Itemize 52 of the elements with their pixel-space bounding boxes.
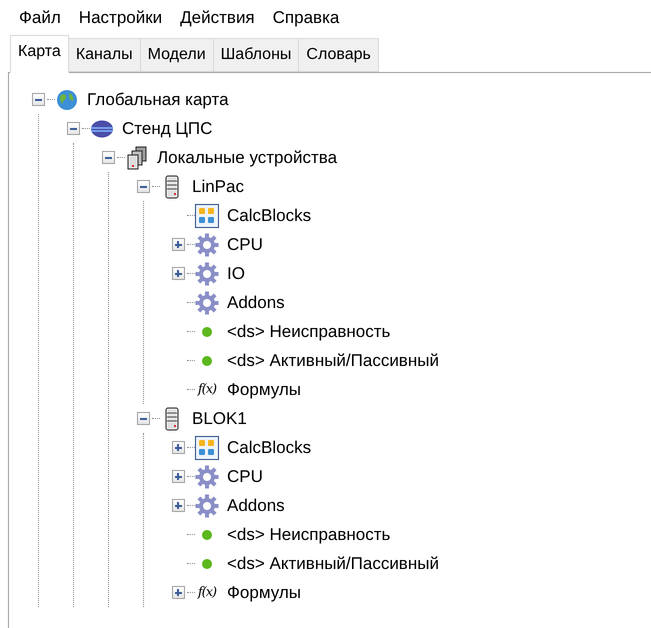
- tree-item[interactable]: Формулы: [227, 380, 301, 400]
- menu-item[interactable]: Справка: [264, 8, 348, 33]
- tree-item[interactable]: CPU: [227, 466, 263, 486]
- expand-button[interactable]: [172, 499, 184, 512]
- menu-item[interactable]: Действия: [171, 8, 264, 33]
- servers-icon: [125, 146, 149, 170]
- tab[interactable]: Словарь: [299, 38, 379, 72]
- collapse-button[interactable]: [66, 122, 80, 135]
- expand-button[interactable]: [172, 441, 184, 454]
- server-icon: [165, 174, 179, 198]
- expand-button[interactable]: [172, 267, 184, 280]
- collapse-button[interactable]: [32, 93, 44, 106]
- tree-item[interactable]: CalcBlocks: [227, 438, 312, 458]
- blocks-icon: [195, 204, 219, 228]
- gear-icon: [195, 494, 219, 518]
- tree-item[interactable]: CPU: [227, 234, 263, 254]
- tree-item[interactable]: Глобальная карта: [87, 90, 229, 110]
- expand-button[interactable]: [172, 470, 184, 483]
- blocks-icon: [195, 436, 219, 460]
- tab[interactable]: Каналы: [68, 38, 141, 72]
- function-icon: f(x): [198, 585, 216, 600]
- expand-button[interactable]: [172, 586, 184, 599]
- network-disc-icon: [90, 120, 114, 138]
- tree-item[interactable]: <ds> Неисправность: [227, 322, 390, 342]
- gear-icon: [195, 464, 219, 488]
- gear-icon: [195, 290, 219, 314]
- collapse-button[interactable]: [136, 412, 150, 425]
- tree-item[interactable]: Addons: [227, 496, 285, 516]
- tree-item[interactable]: Локальные устройства: [157, 148, 338, 168]
- gear-icon: [195, 262, 219, 286]
- tree-item[interactable]: <ds> Активный/Пассивный: [227, 554, 439, 574]
- server-icon: [165, 406, 179, 430]
- collapse-button[interactable]: [136, 180, 150, 193]
- tree-item[interactable]: <ds> Неисправность: [227, 524, 390, 544]
- tree-item[interactable]: Addons: [227, 292, 285, 312]
- tree-item[interactable]: BLOK1: [192, 408, 247, 428]
- tree-item[interactable]: IO: [227, 264, 245, 284]
- tree-item[interactable]: LinPac: [192, 176, 244, 196]
- function-icon: f(x): [198, 382, 216, 397]
- tree-item[interactable]: CalcBlocks: [227, 206, 312, 226]
- tree-item[interactable]: Стенд ЦПС: [122, 118, 212, 138]
- collapse-button[interactable]: [102, 151, 114, 164]
- tree-item[interactable]: <ds> Активный/Пассивный: [227, 350, 439, 370]
- tab[interactable]: Модели: [140, 38, 214, 72]
- globe-icon: [56, 88, 78, 110]
- tree-item[interactable]: Формулы: [227, 582, 301, 602]
- expand-button[interactable]: [172, 238, 184, 251]
- menu-item[interactable]: Настройки: [70, 8, 172, 33]
- menu-item[interactable]: Файл: [10, 8, 70, 33]
- tab[interactable]: Карта: [10, 35, 69, 73]
- gear-icon: [195, 232, 219, 256]
- tab[interactable]: Шаблоны: [214, 38, 300, 72]
